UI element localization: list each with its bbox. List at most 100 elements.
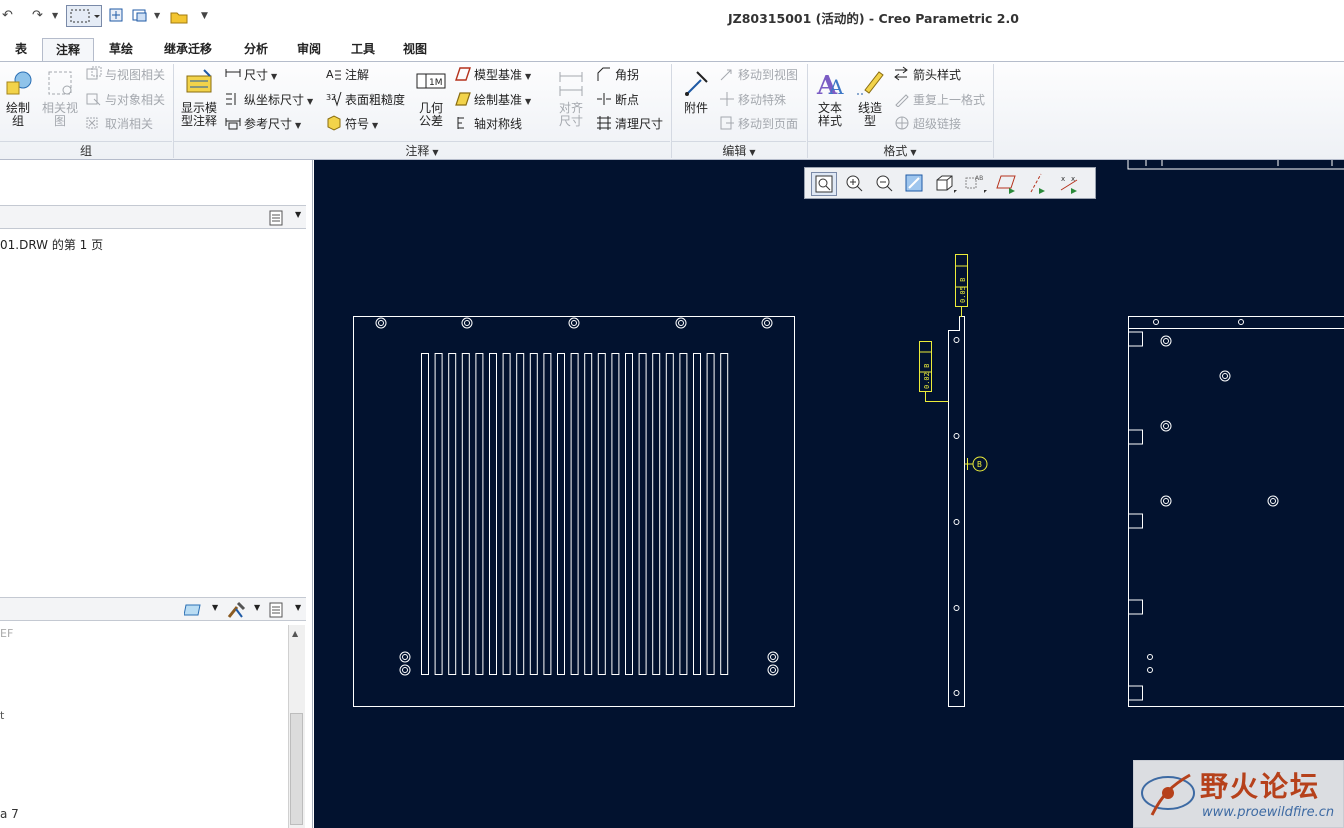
text-style-button[interactable]: AA 文本 样式 (810, 68, 850, 128)
window-dropdown-icon[interactable]: ▼ (154, 7, 160, 25)
tab-analysis[interactable]: 分析 (230, 38, 282, 61)
customize-toolbar-icon[interactable]: ▼ (201, 7, 208, 25)
side-view-hole[interactable] (953, 337, 960, 343)
saved-views-button[interactable]: AB (963, 172, 989, 196)
right-view-small-hole[interactable] (1153, 319, 1159, 325)
tab-view[interactable]: 视图 (390, 38, 440, 61)
model-datum-button[interactable]: 模型基准 ▼ (455, 65, 531, 85)
partial-view-outline[interactable] (1127, 160, 1344, 170)
tree-settings-icon[interactable] (268, 210, 284, 229)
mounting-hole[interactable] (675, 317, 687, 329)
datum-b-label[interactable]: B (977, 460, 982, 469)
redo-dropdown-icon[interactable]: ▼ (52, 7, 58, 25)
heat-sink-fin[interactable] (434, 353, 443, 675)
mounting-hole[interactable] (767, 664, 779, 676)
draft-datum-button[interactable]: 绘制基准 ▼ (455, 90, 531, 110)
heat-sink-fin[interactable] (543, 353, 552, 675)
heat-sink-fin[interactable] (706, 353, 715, 675)
front-view-outline[interactable] (353, 316, 795, 707)
side-view-hole[interactable] (953, 605, 960, 611)
heat-sink-fin[interactable] (516, 353, 525, 675)
mounting-hole[interactable] (375, 317, 387, 329)
tools-icon[interactable] (226, 601, 246, 622)
heat-sink-fin[interactable] (693, 353, 701, 675)
show-model-annotations-button[interactable]: 显示模 型注释 (176, 68, 222, 128)
heat-sink-fin[interactable] (529, 353, 538, 675)
geometric-tolerance-button[interactable]: 1M 几何 公差 (412, 68, 450, 128)
right-view-notches[interactable] (1128, 331, 1143, 701)
redo-icon[interactable]: ↷ (32, 7, 43, 25)
attach-button[interactable]: 附件 (676, 68, 716, 115)
mounting-hole-inner[interactable] (464, 320, 470, 326)
drawing-sheet[interactable]: 0.05 B 0.02 B B (314, 160, 1344, 828)
heat-sink-fin[interactable] (584, 353, 593, 675)
heat-sink-fin[interactable] (625, 353, 633, 675)
right-view-outline[interactable] (1128, 316, 1344, 707)
mounting-hole-inner[interactable] (770, 654, 776, 660)
mounting-hole[interactable] (767, 651, 779, 663)
window-icon[interactable] (131, 7, 149, 25)
heat-sink-fin[interactable] (638, 353, 647, 675)
draw-group-button[interactable]: 绘制 组 (0, 68, 36, 128)
right-view-hole[interactable] (1219, 370, 1231, 382)
side-view-outline[interactable] (948, 316, 965, 707)
mounting-hole-inner[interactable] (402, 667, 408, 673)
heat-sink-fin[interactable] (461, 353, 470, 675)
zoom-in-button[interactable] (843, 172, 869, 196)
right-view-hole-inner[interactable] (1163, 423, 1169, 429)
heat-sink-fin[interactable] (720, 353, 729, 675)
heat-sink-fin[interactable] (421, 353, 429, 675)
model-tree-item[interactable]: a 7 (0, 807, 19, 821)
gtol-left-text[interactable]: 0.02 B (923, 364, 931, 389)
symbol-dropdown-icon[interactable]: ▼ (372, 121, 378, 130)
datum-points-button[interactable]: xx (1057, 172, 1083, 196)
group-label-annotate[interactable]: 注释 ▼ (174, 141, 670, 159)
datum-b-leader[interactable] (964, 458, 974, 470)
regenerate-icon[interactable] (108, 7, 126, 25)
scroll-up-icon[interactable]: ▲ (292, 629, 298, 638)
tools-dropdown-icon[interactable]: ▼ (254, 603, 260, 612)
ordinate-dropdown-icon[interactable]: ▼ (307, 97, 313, 106)
mounting-holes[interactable] (375, 317, 779, 676)
model-tree-item[interactable]: t (0, 709, 4, 722)
model-tree-settings-dropdown-icon[interactable]: ▼ (295, 603, 301, 612)
edit-group-dropdown-icon[interactable]: ▼ (749, 148, 755, 157)
heat-sink-fin[interactable] (475, 353, 484, 675)
heat-sink-fins[interactable] (421, 353, 729, 675)
right-view-hole[interactable] (1160, 495, 1172, 507)
right-view-small-hole[interactable] (1147, 667, 1153, 673)
line-style-button[interactable]: 线造 型 (852, 68, 888, 128)
axis-symmetry-button[interactable]: 轴对称线 (455, 114, 522, 134)
select-box-button[interactable] (66, 5, 102, 27)
right-view-small-hole[interactable] (1147, 654, 1153, 660)
heat-sink-fin[interactable] (611, 353, 620, 675)
zoom-out-button[interactable] (873, 172, 899, 196)
mounting-hole[interactable] (761, 317, 773, 329)
mounting-hole[interactable] (461, 317, 473, 329)
model-datum-dropdown-icon[interactable]: ▼ (525, 72, 531, 81)
surface-finish-button[interactable]: 32 表面粗糙度 (326, 90, 405, 110)
dimension-dropdown-icon[interactable]: ▼ (271, 72, 277, 81)
side-view-hole[interactable] (953, 690, 960, 696)
tab-tools[interactable]: 工具 (338, 38, 388, 61)
tab-sketch[interactable]: 草绘 (96, 38, 146, 61)
tab-table[interactable]: 表 (4, 38, 38, 61)
right-view-hole-inner[interactable] (1163, 498, 1169, 504)
undo-icon[interactable]: ↶ (2, 7, 13, 25)
move-to-page-button[interactable]: 移动到页面 (719, 114, 798, 134)
mounting-hole-inner[interactable] (571, 320, 577, 326)
datum-planes-button[interactable] (995, 172, 1021, 196)
drawing-canvas[interactable]: 0.05 B 0.02 B B AB xx (314, 160, 1344, 828)
tab-annotate[interactable]: 注释 (42, 38, 94, 61)
hyperlink-button[interactable]: 超级链接 (894, 114, 961, 134)
heat-sink-fin[interactable] (665, 353, 674, 675)
display-icon[interactable] (183, 601, 204, 620)
repeat-format-button[interactable]: 重复上一格式 (894, 90, 985, 110)
annotate-group-dropdown-icon[interactable]: ▼ (432, 148, 438, 157)
mounting-hole-inner[interactable] (378, 320, 384, 326)
heat-sink-fin[interactable] (557, 353, 565, 675)
model-tree-settings-icon[interactable] (268, 602, 284, 621)
mounting-hole-inner[interactable] (402, 654, 408, 660)
scroll-thumb[interactable] (290, 713, 303, 825)
mounting-hole-inner[interactable] (678, 320, 684, 326)
